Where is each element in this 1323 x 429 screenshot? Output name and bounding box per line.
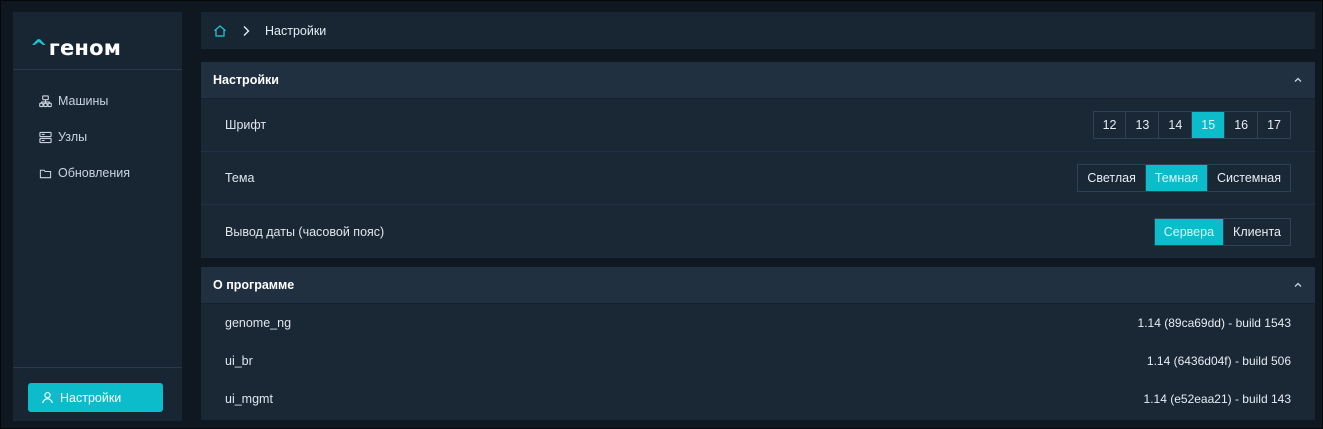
about-panel-header[interactable]: О программе <box>201 267 1315 304</box>
about-row-genome-ng: genome_ng 1.14 (89ca69dd) - build 1543 <box>201 304 1315 342</box>
chevron-up-icon[interactable] <box>1293 281 1303 289</box>
user-icon <box>42 392 53 404</box>
date-label: Вывод даты (часовой пояс) <box>225 224 385 239</box>
chevron-up-icon[interactable] <box>1293 76 1303 84</box>
font-option-16[interactable]: 16 <box>1225 112 1259 138</box>
timezone-option-server[interactable]: Сервера <box>1154 218 1225 245</box>
app-logo[interactable]: ^геном <box>30 36 121 60</box>
font-option-14[interactable]: 14 <box>1159 112 1193 138</box>
sidebar: ^геном Машины Узлы Обновления Настройки <box>13 12 182 421</box>
logo-text: геном <box>48 36 122 60</box>
font-label: Шрифт <box>225 118 267 132</box>
font-option-17[interactable]: 17 <box>1258 112 1290 138</box>
sidebar-item-label: Машины <box>58 94 109 108</box>
chevron-right-icon <box>243 25 250 36</box>
sidebar-divider <box>13 69 182 70</box>
sidebar-item-nodes[interactable]: Узлы <box>39 128 87 146</box>
about-row-ui-br: ui_br 1.14 (6436d04f) - build 506 <box>201 342 1315 380</box>
font-size-selector: 12 13 14 15 16 17 <box>1092 111 1291 139</box>
timezone-selector: Сервера Клиента <box>1153 217 1291 246</box>
component-version: 1.14 (89ca69dd) - build 1543 <box>1137 316 1291 330</box>
component-name: ui_br <box>225 354 253 368</box>
home-icon[interactable] <box>213 24 227 38</box>
settings-button-label: Настройки <box>60 390 122 405</box>
date-setting-row: Вывод даты (часовой пояс) Сервера Клиент… <box>201 205 1315 258</box>
theme-setting-row: Тема Светлая Темная Системная <box>201 152 1315 205</box>
nodes-icon <box>39 131 52 143</box>
sidebar-item-machines[interactable]: Машины <box>39 92 108 110</box>
sidebar-item-updates[interactable]: Обновления <box>39 164 130 182</box>
theme-option-dark[interactable]: Темная <box>1145 165 1208 191</box>
app-window: ^геном Машины Узлы Обновления Настройки … <box>0 0 1323 429</box>
component-version: 1.14 (6436d04f) - build 506 <box>1146 354 1291 368</box>
sidebar-item-label: Обновления <box>58 166 130 180</box>
about-panel: О программе genome_ng 1.14 (89ca69dd) - … <box>201 267 1315 420</box>
breadcrumb-current: Настройки <box>265 23 327 38</box>
sidebar-divider <box>13 367 182 368</box>
folder-icon <box>39 169 52 178</box>
server-tree-icon <box>39 94 52 107</box>
font-option-12[interactable]: 12 <box>1093 112 1127 138</box>
component-version: 1.14 (e52eaa21) - build 143 <box>1143 392 1291 406</box>
theme-option-light[interactable]: Светлая <box>1078 165 1146 191</box>
settings-panel: Настройки Шрифт 12 13 14 15 16 17 Тема С… <box>201 62 1315 258</box>
settings-panel-header[interactable]: Настройки <box>201 62 1315 99</box>
font-option-15[interactable]: 15 <box>1192 112 1226 138</box>
panel-title: О программе <box>213 278 295 292</box>
component-name: genome_ng <box>225 316 292 330</box>
panel-title: Настройки <box>213 73 279 87</box>
font-setting-row: Шрифт 12 13 14 15 16 17 <box>201 99 1315 152</box>
timezone-option-client[interactable]: Клиента <box>1224 218 1290 245</box>
logo-caret: ^ <box>30 36 48 60</box>
theme-option-system[interactable]: Системная <box>1207 165 1290 191</box>
sidebar-item-label: Узлы <box>58 130 88 144</box>
theme-selector: Светлая Темная Системная <box>1077 164 1291 192</box>
sidebar-settings-button[interactable]: Настройки <box>28 383 163 412</box>
about-row-ui-mgmt: ui_mgmt 1.14 (e52eaa21) - build 143 <box>201 380 1315 418</box>
component-name: ui_mgmt <box>225 392 273 406</box>
font-option-13[interactable]: 13 <box>1126 112 1160 138</box>
breadcrumb: Настройки <box>201 12 1315 49</box>
theme-label: Тема <box>225 171 255 185</box>
